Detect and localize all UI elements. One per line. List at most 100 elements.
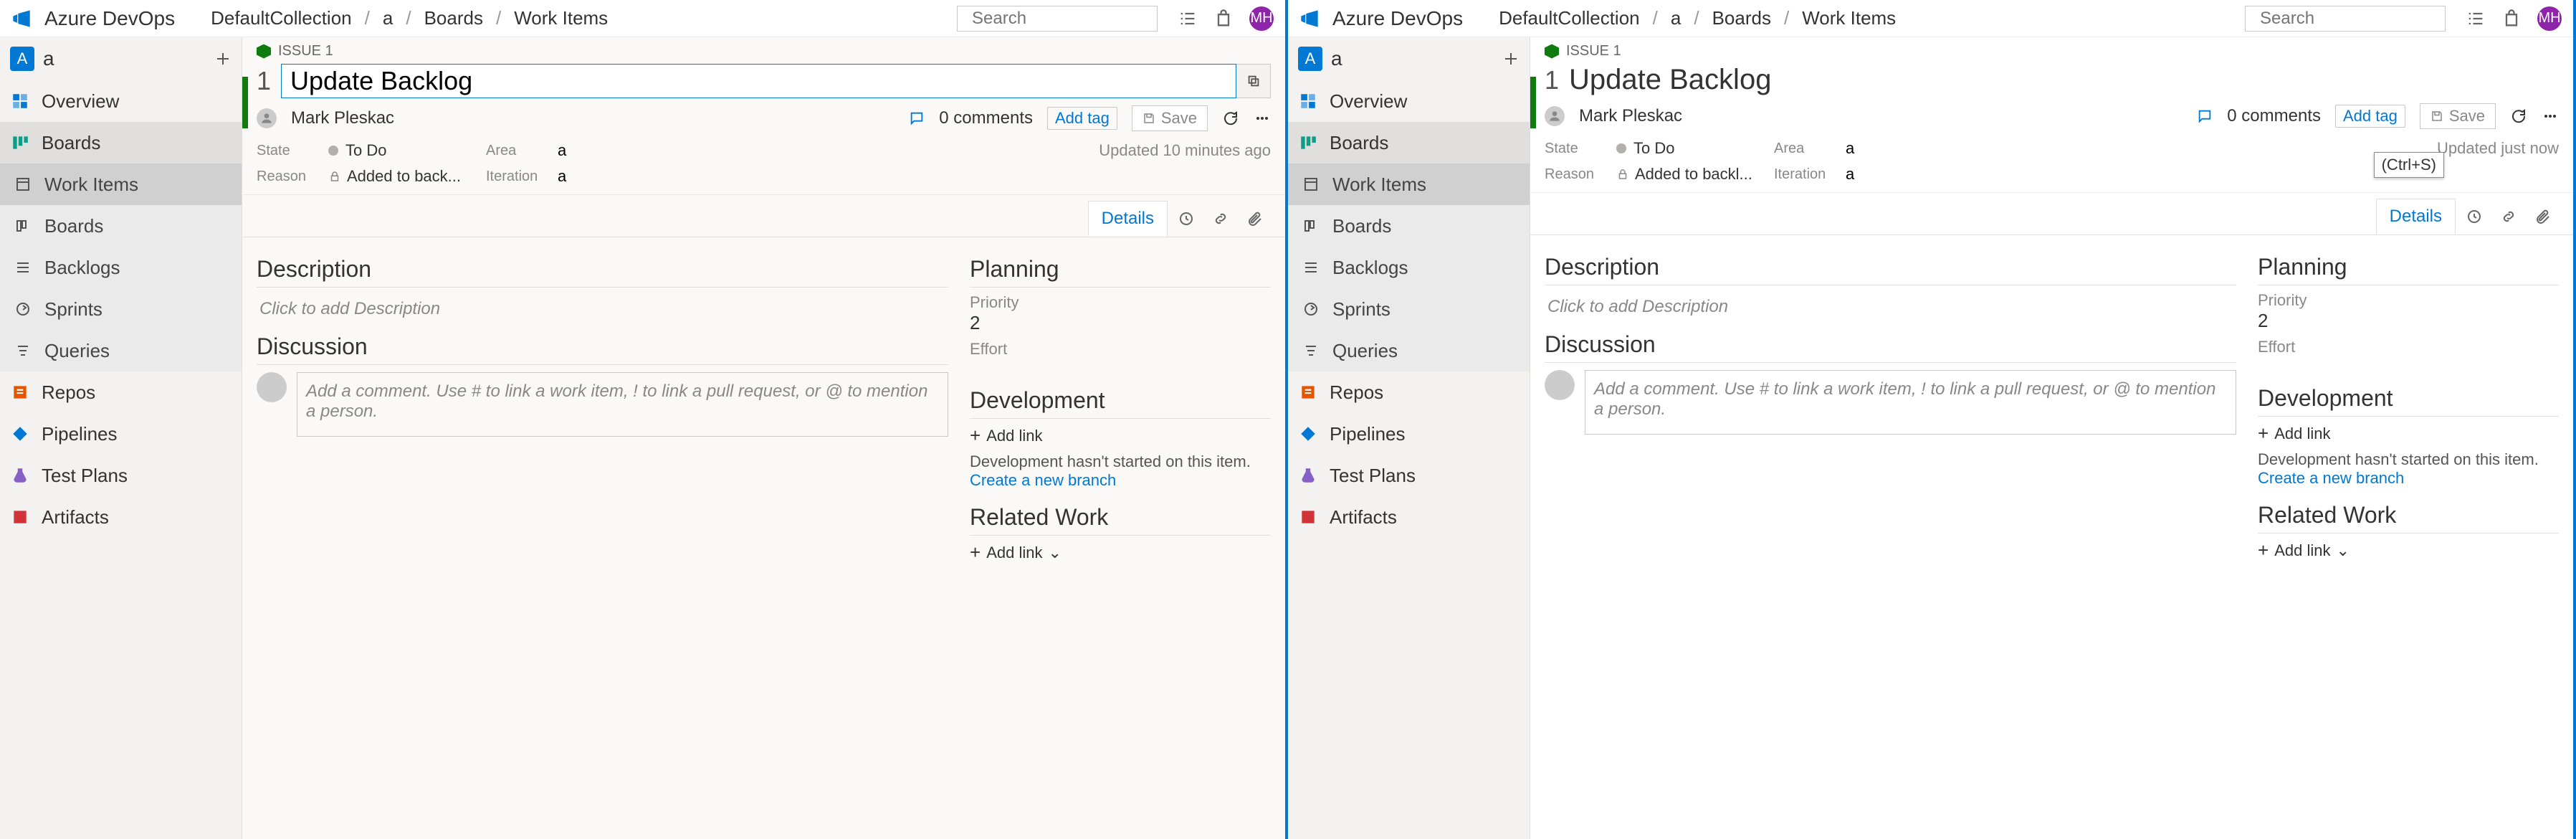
link-icon[interactable] <box>1205 203 1236 234</box>
add-link-related[interactable]: +Add link⌄ <box>2258 539 2559 561</box>
add-link-dev[interactable]: +Add link <box>970 425 1271 447</box>
description-placeholder[interactable]: Click to add Description <box>257 292 948 326</box>
list-icon[interactable] <box>1178 9 1198 29</box>
add-link-related[interactable]: +Add link⌄ <box>970 541 1271 564</box>
sidebar-item-boards[interactable]: Boards <box>0 122 242 163</box>
sidebar-item-pipelines[interactable]: Pipelines <box>0 413 242 455</box>
development-header: Development <box>2258 385 2559 417</box>
comments-count[interactable]: 0 comments <box>2227 106 2321 126</box>
plus-icon[interactable] <box>1502 50 1520 67</box>
attachment-icon[interactable] <box>2527 201 2559 232</box>
title-side-button[interactable] <box>1236 64 1271 98</box>
brand-label: Azure DevOps <box>1332 7 1463 30</box>
tab-details[interactable]: Details <box>1088 201 1168 237</box>
create-branch-link[interactable]: Create a new branch <box>2258 469 2559 488</box>
assignee-name[interactable]: Mark Pleskac <box>291 108 394 128</box>
list-icon[interactable] <box>2466 9 2486 29</box>
sidebar-item-backlogs[interactable]: Backlogs <box>0 247 242 288</box>
bag-icon[interactable] <box>2501 9 2522 29</box>
planning-header: Planning <box>970 256 1271 288</box>
avatar[interactable]: MH <box>1249 6 1274 31</box>
iteration-value[interactable]: a <box>558 167 701 186</box>
work-item-title[interactable]: Update Backlog <box>1569 64 1771 96</box>
sidebar-item-overview[interactable]: Overview <box>0 80 242 122</box>
breadcrumb-workitems[interactable]: Work Items <box>514 7 608 29</box>
avatar[interactable]: MH <box>2537 6 2562 31</box>
plus-icon[interactable] <box>214 50 232 67</box>
state-value[interactable]: To Do <box>1616 139 1774 158</box>
work-item-title-input[interactable] <box>281 64 1236 98</box>
priority-value[interactable]: 2 <box>2258 310 2559 332</box>
history-icon[interactable] <box>1170 203 1202 234</box>
tab-details[interactable]: Details <box>2376 199 2456 235</box>
bag-icon[interactable] <box>1213 9 1234 29</box>
description-placeholder[interactable]: Click to add Description <box>1545 290 2236 324</box>
breadcrumb-boards[interactable]: Boards <box>1712 7 1771 29</box>
create-branch-link[interactable]: Create a new branch <box>970 471 1271 490</box>
kebab-icon[interactable] <box>2542 108 2559 125</box>
search-input-container[interactable] <box>2245 6 2446 32</box>
sidebar-item-testplans[interactable]: Test Plans <box>0 455 242 496</box>
breadcrumb-project[interactable]: a <box>1671 7 1681 29</box>
sidebar-item-workitems[interactable]: Work Items <box>1288 163 1530 205</box>
work-item-color-bar <box>242 77 248 128</box>
assignee-name[interactable]: Mark Pleskac <box>1579 106 1682 126</box>
sidebar-item-label: Sprints <box>1332 298 1390 321</box>
breadcrumb-boards[interactable]: Boards <box>424 7 483 29</box>
sidebar-item-overview[interactable]: Overview <box>1288 80 1530 122</box>
sidebar-item-workitems[interactable]: Work Items <box>0 163 242 205</box>
comments-count[interactable]: 0 comments <box>939 108 1033 128</box>
sidebar-item-sprints[interactable]: Sprints <box>0 288 242 330</box>
search-input[interactable] <box>972 9 1194 29</box>
breadcrumb-collection[interactable]: DefaultCollection <box>1499 7 1640 29</box>
reason-value[interactable]: Added to back... <box>328 167 486 186</box>
save-button[interactable]: Save <box>1132 105 1208 131</box>
sidebar-item-backlogs[interactable]: Backlogs <box>1288 247 1530 288</box>
reason-value[interactable]: Added to backl... <box>1616 165 1774 184</box>
search-input-container[interactable] <box>957 6 1158 32</box>
comment-avatar <box>1545 370 1575 400</box>
iteration-value[interactable]: a <box>1846 165 1989 184</box>
sidebar-item-artifacts[interactable]: Artifacts <box>0 496 242 538</box>
add-link-dev[interactable]: +Add link <box>2258 422 2559 445</box>
area-value[interactable]: a <box>558 141 701 160</box>
sidebar-item-label: Overview <box>1330 90 1407 113</box>
add-tag-button[interactable]: Add tag <box>2335 105 2405 128</box>
project-row[interactable]: A a <box>1288 37 1530 80</box>
history-icon[interactable] <box>2458 201 2490 232</box>
sidebar-item-repos[interactable]: Repos <box>0 371 242 413</box>
issue-tag-label: ISSUE 1 <box>1566 43 1621 60</box>
priority-value[interactable]: 2 <box>970 312 1271 334</box>
lock-icon <box>328 170 341 183</box>
add-tag-button[interactable]: Add tag <box>1047 107 1117 130</box>
area-value[interactable]: a <box>1846 139 1989 158</box>
save-button[interactable]: Save <box>2420 103 2496 129</box>
link-icon[interactable] <box>2493 201 2524 232</box>
sidebar-item-boards[interactable]: Boards <box>1288 122 1530 163</box>
refresh-icon[interactable] <box>2510 108 2527 125</box>
attachment-icon[interactable] <box>1239 203 1271 234</box>
breadcrumb-workitems[interactable]: Work Items <box>1802 7 1896 29</box>
refresh-icon[interactable] <box>1222 110 1239 127</box>
comment-input[interactable]: Add a comment. Use # to link a work item… <box>297 372 948 437</box>
state-value[interactable]: To Do <box>328 141 486 160</box>
breadcrumb-project[interactable]: a <box>383 7 393 29</box>
sidebar-item-queries[interactable]: Queries <box>0 330 242 371</box>
sidebar-item-artifacts[interactable]: Artifacts <box>1288 496 1530 538</box>
sidebar-item-boards-sub[interactable]: Boards <box>1288 205 1530 247</box>
sidebar-item-pipelines[interactable]: Pipelines <box>1288 413 1530 455</box>
sidebar-item-sprints[interactable]: Sprints <box>1288 288 1530 330</box>
backlogs-icon <box>1301 257 1321 278</box>
sidebar-item-queries[interactable]: Queries <box>1288 330 1530 371</box>
kebab-icon[interactable] <box>1254 110 1271 127</box>
sidebar-item-testplans[interactable]: Test Plans <box>1288 455 1530 496</box>
search-input[interactable] <box>2260 9 2482 29</box>
project-row[interactable]: A a <box>0 37 242 80</box>
breadcrumb-collection[interactable]: DefaultCollection <box>211 7 352 29</box>
chevron-down-icon: ⌄ <box>2336 541 2349 560</box>
comment-input[interactable]: Add a comment. Use # to link a work item… <box>1585 370 2236 435</box>
sidebar-item-label: Boards <box>44 215 103 237</box>
sidebar-item-boards-sub[interactable]: Boards <box>0 205 242 247</box>
comments-icon <box>2197 108 2213 124</box>
sidebar-item-repos[interactable]: Repos <box>1288 371 1530 413</box>
